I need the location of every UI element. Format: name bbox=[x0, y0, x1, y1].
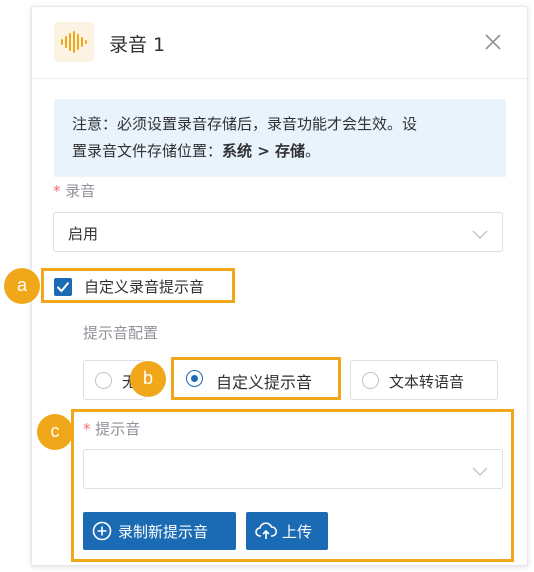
callout-badge-a: a bbox=[4, 268, 40, 304]
storage-path: 系统 > 存储 bbox=[222, 142, 306, 160]
recording-select[interactable]: 启用 bbox=[53, 212, 503, 252]
audio-wave-icon bbox=[54, 22, 94, 62]
recording-label-text: 录音 bbox=[65, 182, 96, 200]
custom-prompt-checkbox[interactable] bbox=[54, 278, 72, 296]
custom-prompt-label: 自定义录音提示音 bbox=[84, 278, 205, 296]
upload-label: 上传 bbox=[282, 523, 313, 541]
radio-custom-circle bbox=[186, 370, 203, 387]
notice-line-2-prefix: 置录音文件存储位置： bbox=[72, 142, 223, 160]
callout-badge-b: b bbox=[130, 361, 166, 397]
radio-tts-circle bbox=[362, 372, 379, 389]
required-mark: * bbox=[53, 182, 61, 200]
required-mark: * bbox=[83, 420, 91, 438]
prompt-label-text: 提示音 bbox=[95, 420, 141, 438]
custom-prompt-highlight: 自定义录音提示音 bbox=[41, 268, 235, 303]
radio-none-circle bbox=[95, 372, 112, 389]
radio-option-custom[interactable]: 自定义提示音 bbox=[171, 357, 341, 400]
record-new-prompt-button[interactable]: 录制新提示音 bbox=[83, 512, 236, 550]
prompt-label: * 提示音 bbox=[83, 418, 140, 439]
cloud-upload-icon bbox=[255, 521, 278, 545]
recording-label: * 录音 bbox=[53, 180, 95, 201]
recording-select-value: 启用 bbox=[68, 225, 99, 243]
record-new-prompt-label: 录制新提示音 bbox=[118, 523, 209, 541]
radio-custom-label: 自定义提示音 bbox=[216, 373, 313, 392]
dialog-header: 录音 1 bbox=[32, 7, 527, 79]
dialog-title: 录音 1 bbox=[109, 34, 166, 56]
notice-line-2: 置录音文件存储位置：系统 > 存储。 bbox=[72, 138, 494, 165]
notice-line-1: 注意：必须设置录音存储后，录音功能才会生效。设 bbox=[72, 115, 418, 133]
prompt-section-highlight: * 提示音 录制新提示音 上传 bbox=[71, 409, 514, 562]
radio-option-tts[interactable]: 文本转语音 bbox=[350, 360, 498, 400]
callout-badge-c: c bbox=[37, 414, 73, 450]
storage-notice: 注意：必须设置录音存储后，录音功能才会生效。设 置录音文件存储位置：系统 > 存… bbox=[54, 99, 506, 177]
close-icon[interactable] bbox=[483, 32, 503, 52]
prompt-select[interactable] bbox=[83, 449, 503, 489]
prompt-config-label: 提示音配置 bbox=[83, 324, 159, 342]
plus-circle-icon bbox=[92, 521, 112, 545]
chevron-down-icon bbox=[472, 226, 488, 244]
radio-tts-label: 文本转语音 bbox=[389, 373, 465, 391]
chevron-down-icon bbox=[472, 463, 488, 481]
upload-button[interactable]: 上传 bbox=[246, 512, 328, 550]
notice-line-2-suffix: 。 bbox=[305, 142, 321, 160]
